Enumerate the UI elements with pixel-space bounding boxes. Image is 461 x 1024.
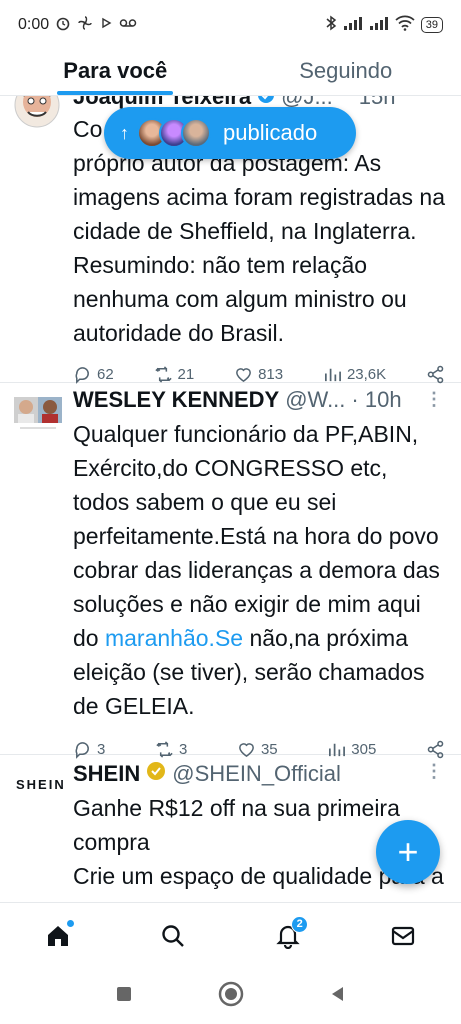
pill-avatars	[137, 118, 211, 148]
verified-gold-icon	[146, 759, 166, 789]
reply-button[interactable]: 62	[73, 365, 114, 384]
compose-button[interactable]: +	[376, 820, 440, 884]
mail-icon	[392, 926, 415, 945]
views-count: 23,6K	[346, 365, 387, 383]
avatar[interactable]	[14, 96, 60, 133]
tweet-text-prefix: Co	[73, 116, 103, 142]
hashtag-link[interactable]: maranhão.Se	[105, 625, 243, 651]
shein-logo-text: SHEIN	[16, 777, 66, 792]
share-icon	[427, 365, 444, 383]
retweet-icon	[154, 365, 172, 383]
search-icon	[162, 924, 184, 947]
signal-icon-2	[369, 16, 389, 35]
retweet-count: 21	[177, 365, 195, 383]
more-options-icon[interactable]: ⋮	[425, 761, 443, 782]
tweet-time: · 10h	[351, 387, 402, 412]
like-button[interactable]: 813	[234, 365, 283, 384]
alarm-icon	[55, 15, 71, 36]
bluetooth-icon	[325, 15, 337, 36]
avatar[interactable]	[14, 395, 62, 440]
nav-search[interactable]	[153, 916, 193, 956]
like-count: 813	[258, 365, 284, 383]
battery-indicator: 39	[420, 17, 443, 33]
recents-button[interactable]	[114, 984, 134, 1009]
home-system-button[interactable]	[218, 981, 244, 1012]
avatar[interactable]: SHEIN	[16, 777, 66, 792]
reply-icon	[75, 366, 89, 384]
notifications-badge: 2	[291, 915, 309, 933]
signal-icon	[343, 16, 363, 35]
share-button[interactable]	[426, 365, 445, 384]
wifi-icon	[395, 15, 415, 36]
home-icon	[47, 925, 68, 946]
tweet-header: SHEIN @SHEIN_Official	[73, 759, 445, 789]
nav-home[interactable]	[38, 916, 78, 956]
status-bar: 0:00 39	[0, 0, 461, 50]
tab-para-voce[interactable]: Para você	[0, 50, 231, 95]
author-name[interactable]: WESLEY KENNEDY	[73, 385, 279, 415]
fan-icon	[77, 15, 93, 36]
tweet-time: 15h	[358, 96, 396, 109]
clock: 0:00	[18, 16, 50, 33]
author-name[interactable]: SHEIN	[73, 759, 140, 789]
system-nav-bar	[0, 968, 461, 1024]
media-icon	[99, 16, 113, 35]
bottom-nav: 2	[0, 902, 461, 968]
new-content-dot	[66, 919, 74, 927]
heart-icon	[236, 367, 251, 382]
tab-seguindo[interactable]: Seguindo	[231, 50, 461, 95]
new-posts-label: publicado	[223, 120, 318, 145]
reply-count: 62	[97, 365, 114, 383]
tweet-text-body: Qualquer funcionário da PF,ABIN, Exércit…	[73, 421, 440, 651]
voicemail-icon	[119, 16, 137, 34]
tweet-text: Qualquer funcionário da PF,ABIN, Exércit…	[73, 417, 445, 723]
new-posts-pill[interactable]: ↑ publicado	[104, 107, 356, 159]
views-button[interactable]: 23,6K	[323, 365, 386, 384]
plus-icon: +	[397, 831, 419, 872]
views-icon	[324, 368, 341, 381]
timeline-tabs: Para você Seguindo	[0, 50, 461, 96]
tweet[interactable]: WESLEY KENNEDY @W... · 10h Qualquer func…	[0, 383, 461, 759]
author-handle: @W...	[285, 387, 346, 412]
tweet-header: WESLEY KENNEDY @W... · 10h	[73, 385, 445, 415]
back-button[interactable]	[328, 984, 348, 1009]
author-handle: @SHEIN_Official	[172, 761, 341, 786]
active-tab-indicator	[57, 91, 174, 95]
nav-notifications[interactable]: 2	[268, 915, 309, 956]
tab-label: Para você	[63, 58, 168, 83]
avatar	[181, 118, 211, 148]
more-options-icon[interactable]: ⋮	[425, 389, 443, 410]
retweet-button[interactable]: 21	[154, 365, 195, 384]
nav-messages[interactable]	[383, 916, 423, 956]
tweet-text-body: próprio autor da postagem: As imagens ac…	[73, 150, 445, 346]
tab-label: Seguindo	[299, 58, 393, 83]
timeline-feed[interactable]: Joaquim Teixeira @J... 15h Co próprio au…	[0, 96, 461, 902]
arrow-up-icon: ↑	[120, 122, 129, 143]
